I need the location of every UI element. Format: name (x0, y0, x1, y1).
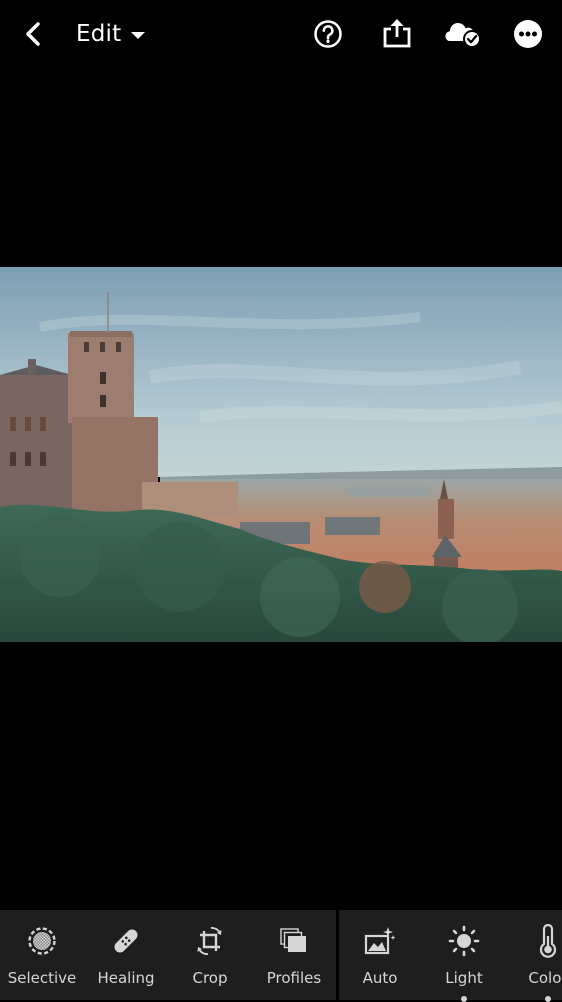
tool-light[interactable]: Light (422, 910, 506, 1002)
selective-mask-icon (28, 927, 56, 955)
caret-down-icon (131, 31, 146, 39)
cloud-check-icon (445, 22, 481, 48)
tool-color[interactable]: Color (506, 910, 562, 1002)
tool-healing[interactable]: Healing (84, 910, 168, 1000)
crop-rotate-icon (197, 927, 222, 955)
question-circle-icon (314, 20, 342, 48)
tool-label: Light (445, 969, 483, 987)
tool-profiles[interactable]: Profiles (252, 910, 336, 1000)
tool-crop[interactable]: Crop (168, 910, 252, 1000)
photo-image (0, 267, 562, 642)
tool-selective[interactable]: Selective (0, 910, 84, 1000)
bandage-icon (114, 929, 138, 953)
tool-label: Healing (97, 969, 155, 987)
auto-magic-image-icon (364, 927, 396, 955)
tool-label: Crop (192, 969, 228, 987)
tool-label: Color (528, 969, 562, 987)
more-dots-icon (514, 20, 542, 48)
back-button[interactable] (18, 18, 48, 50)
page-title: Edit (76, 21, 122, 47)
top-bar: Edit (0, 0, 562, 68)
mode-dropdown[interactable]: Edit (76, 16, 146, 52)
modified-indicator (545, 996, 551, 1002)
sun-icon (448, 925, 480, 957)
edit-toolbar: Selective Healing Crop Profiles Auto Lig… (0, 910, 562, 1002)
help-button[interactable] (312, 18, 344, 50)
tool-label: Auto (362, 969, 398, 987)
thermometer-icon (539, 924, 557, 958)
chevron-left-icon (26, 22, 40, 46)
modified-indicator (461, 996, 467, 1002)
photo-canvas[interactable] (0, 267, 562, 642)
more-options-button[interactable] (512, 18, 544, 50)
cloud-sync-button[interactable] (442, 18, 484, 50)
share-upload-icon (383, 19, 411, 48)
tool-auto[interactable]: Auto (338, 910, 422, 1000)
profiles-stack-icon (280, 928, 306, 952)
share-button[interactable] (380, 16, 414, 50)
tool-label: Profiles (266, 969, 322, 987)
tool-label: Selective (7, 969, 77, 987)
